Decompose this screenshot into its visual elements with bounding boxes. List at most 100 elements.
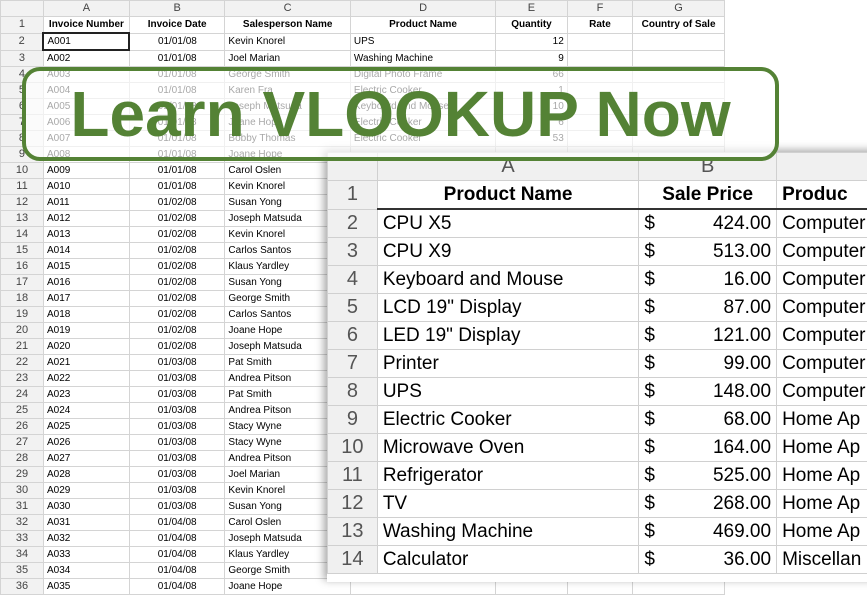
invoice-date-cell[interactable]: 01/03/08 xyxy=(129,467,225,483)
invoice-number-cell[interactable]: A016 xyxy=(43,275,129,291)
invoice-number-cell[interactable]: A035 xyxy=(43,579,129,595)
row-number[interactable]: 24 xyxy=(1,387,44,403)
invoice-number-cell[interactable]: A021 xyxy=(43,355,129,371)
invoice-date-cell[interactable]: 01/03/08 xyxy=(129,419,225,435)
row-number[interactable]: 18 xyxy=(1,291,44,307)
row-number[interactable]: 13 xyxy=(328,518,378,546)
row-number[interactable]: 3 xyxy=(1,50,44,67)
invoice-date-cell[interactable]: 01/03/08 xyxy=(129,483,225,499)
product-category-cell[interactable]: Computer xyxy=(777,294,867,322)
column-header-f[interactable]: F xyxy=(567,1,632,17)
invoice-number-cell[interactable]: A009 xyxy=(43,163,129,179)
product-name-cell[interactable]: Calculator xyxy=(377,546,639,574)
sale-price-cell[interactable]: $121.00 xyxy=(639,322,777,350)
product-category-cell[interactable]: Computer xyxy=(777,378,867,406)
invoice-date-cell[interactable]: 01/02/08 xyxy=(129,227,225,243)
row-number[interactable]: 10 xyxy=(328,434,378,462)
row-number[interactable]: 21 xyxy=(1,339,44,355)
sale-price-cell[interactable]: $268.00 xyxy=(639,490,777,518)
invoice-date-cell[interactable]: 01/03/08 xyxy=(129,387,225,403)
invoice-number-cell[interactable]: A011 xyxy=(43,195,129,211)
product-category-cell[interactable]: Home Ap xyxy=(777,490,867,518)
row-number[interactable]: 17 xyxy=(1,275,44,291)
header-product-category[interactable]: Produc xyxy=(777,181,867,210)
invoice-date-cell[interactable]: 01/02/08 xyxy=(129,195,225,211)
invoice-date-cell[interactable]: 01/02/08 xyxy=(129,275,225,291)
header-cell[interactable]: Rate xyxy=(567,17,632,34)
product-category-cell[interactable]: Home Ap xyxy=(777,434,867,462)
invoice-date-cell[interactable]: 01/02/08 xyxy=(129,307,225,323)
column-header-b[interactable]: B xyxy=(129,1,225,17)
row-number[interactable]: 16 xyxy=(1,259,44,275)
product-name-cell[interactable]: Washing Machine xyxy=(350,50,495,67)
invoice-number-cell[interactable]: A013 xyxy=(43,227,129,243)
invoice-number-cell[interactable]: A033 xyxy=(43,547,129,563)
invoice-number-cell[interactable]: A029 xyxy=(43,483,129,499)
row-number[interactable]: 29 xyxy=(1,467,44,483)
row-number[interactable]: 9 xyxy=(328,406,378,434)
rate-cell[interactable] xyxy=(567,33,632,50)
invoice-date-cell[interactable]: 01/01/08 xyxy=(129,50,225,67)
product-category-cell[interactable]: Computer xyxy=(777,238,867,266)
product-category-cell[interactable]: Computer xyxy=(777,350,867,378)
product-name-cell[interactable]: Refrigerator xyxy=(377,462,639,490)
invoice-date-cell[interactable]: 01/02/08 xyxy=(129,339,225,355)
quantity-cell[interactable]: 9 xyxy=(496,50,568,67)
header-cell[interactable]: Invoice Number xyxy=(43,17,129,34)
row-number[interactable]: 33 xyxy=(1,531,44,547)
column-header-c[interactable] xyxy=(777,153,867,181)
product-category-cell[interactable]: Home Ap xyxy=(777,462,867,490)
header-cell[interactable]: Salesperson Name xyxy=(225,17,351,34)
row-number[interactable]: 31 xyxy=(1,499,44,515)
header-cell[interactable]: Invoice Date xyxy=(129,17,225,34)
product-name-cell[interactable]: Washing Machine xyxy=(377,518,639,546)
invoice-date-cell[interactable]: 01/03/08 xyxy=(129,371,225,387)
row-number[interactable]: 36 xyxy=(1,579,44,595)
row-number[interactable]: 14 xyxy=(1,227,44,243)
sale-price-cell[interactable]: $424.00 xyxy=(639,209,777,238)
invoice-date-cell[interactable]: 01/01/08 xyxy=(129,163,225,179)
row-number[interactable]: 12 xyxy=(1,195,44,211)
sale-price-cell[interactable]: $16.00 xyxy=(639,266,777,294)
row-number[interactable]: 19 xyxy=(1,307,44,323)
invoice-number-cell[interactable]: A010 xyxy=(43,179,129,195)
row-number[interactable]: 2 xyxy=(1,33,44,50)
row-number[interactable]: 4 xyxy=(328,266,378,294)
invoice-number-cell[interactable]: A031 xyxy=(43,515,129,531)
invoice-number-cell[interactable]: A027 xyxy=(43,451,129,467)
column-header-c[interactable]: C xyxy=(225,1,351,17)
select-all-corner[interactable] xyxy=(1,1,44,17)
header-cell[interactable]: Quantity xyxy=(496,17,568,34)
row-number[interactable]: 5 xyxy=(328,294,378,322)
invoice-number-cell[interactable]: A032 xyxy=(43,531,129,547)
country-cell[interactable] xyxy=(633,33,725,50)
sale-price-cell[interactable]: $513.00 xyxy=(639,238,777,266)
row-number[interactable]: 30 xyxy=(1,483,44,499)
sale-price-cell[interactable]: $469.00 xyxy=(639,518,777,546)
invoice-number-cell[interactable]: A019 xyxy=(43,323,129,339)
row-number[interactable]: 27 xyxy=(1,435,44,451)
invoice-date-cell[interactable]: 01/02/08 xyxy=(129,243,225,259)
product-name-cell[interactable]: Electric Cooker xyxy=(377,406,639,434)
row-number[interactable]: 6 xyxy=(328,322,378,350)
product-name-cell[interactable]: UPS xyxy=(350,33,495,50)
invoice-date-cell[interactable]: 01/04/08 xyxy=(129,579,225,595)
row-number[interactable]: 20 xyxy=(1,323,44,339)
row-number[interactable]: 14 xyxy=(328,546,378,574)
product-name-cell[interactable]: LCD 19" Display xyxy=(377,294,639,322)
column-header-e[interactable]: E xyxy=(496,1,568,17)
rate-cell[interactable] xyxy=(567,50,632,67)
sale-price-cell[interactable]: $36.00 xyxy=(639,546,777,574)
invoice-number-cell[interactable]: A023 xyxy=(43,387,129,403)
column-header-g[interactable]: G xyxy=(633,1,725,17)
product-name-cell[interactable]: LED 19" Display xyxy=(377,322,639,350)
row-number[interactable]: 25 xyxy=(1,403,44,419)
invoice-number-cell[interactable]: A012 xyxy=(43,211,129,227)
invoice-date-cell[interactable]: 01/02/08 xyxy=(129,291,225,307)
row-number[interactable]: 26 xyxy=(1,419,44,435)
row-number[interactable]: 3 xyxy=(328,238,378,266)
salesperson-cell[interactable]: Kevin Knorel xyxy=(225,33,351,50)
invoice-date-cell[interactable]: 01/03/08 xyxy=(129,435,225,451)
header-cell[interactable]: Product Name xyxy=(350,17,495,34)
invoice-date-cell[interactable]: 01/02/08 xyxy=(129,259,225,275)
